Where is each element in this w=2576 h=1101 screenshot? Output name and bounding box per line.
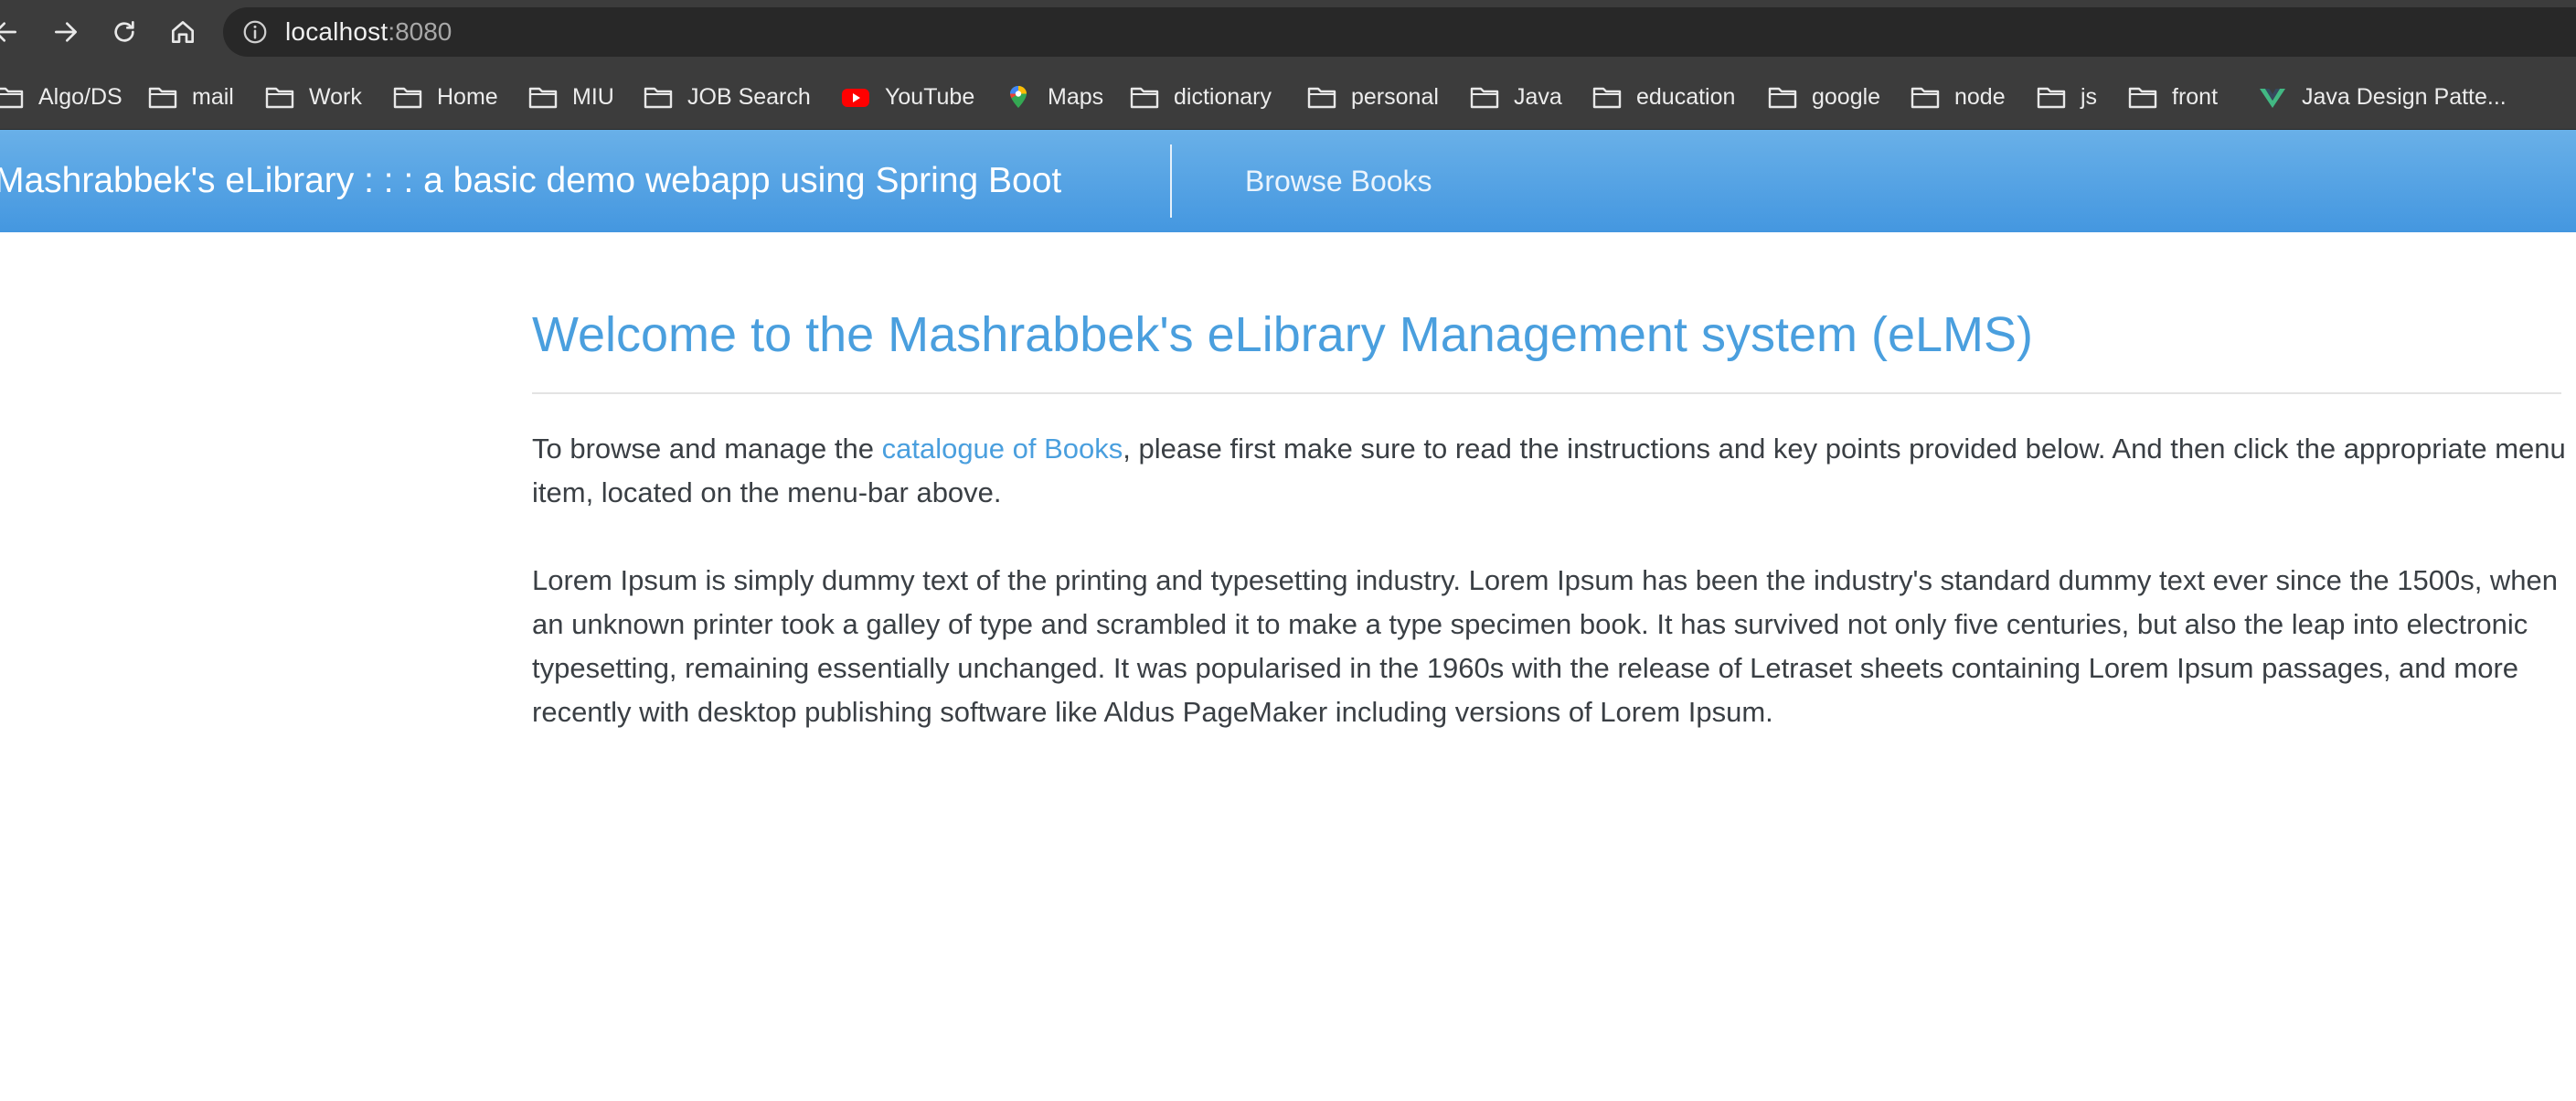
bookmark-label: dictionary xyxy=(1174,83,1272,110)
bookmark-node[interactable]: node xyxy=(1911,80,2006,113)
bookmark-miu[interactable]: MIU xyxy=(528,80,614,113)
bookmark-dictionary[interactable]: dictionary xyxy=(1130,80,1272,113)
bookmark-js[interactable]: js xyxy=(2037,80,2097,113)
bookmark-job-search[interactable]: JOB Search xyxy=(644,80,811,113)
site-info-icon[interactable] xyxy=(241,18,269,46)
reload-button[interactable] xyxy=(106,14,143,50)
page-title: Welcome to the Mashrabbek's eLibrary Man… xyxy=(532,307,2033,362)
bookmark-label: Java Design Patte... xyxy=(2302,83,2507,110)
bookmark-home[interactable]: Home xyxy=(393,80,498,113)
bookmark-label: mail xyxy=(192,83,234,110)
bookmark-education[interactable]: education xyxy=(1592,80,1735,113)
folder-icon xyxy=(1470,87,1499,109)
lorem-paragraph: Lorem Ipsum is simply dummy text of the … xyxy=(532,563,2559,728)
bookmark-work[interactable]: Work xyxy=(265,80,362,113)
bookmark-algo-ds[interactable]: Algo/DS xyxy=(0,80,122,113)
folder-icon xyxy=(148,87,177,109)
arrow-right-icon xyxy=(55,22,77,42)
bookmark-label: Maps xyxy=(1048,83,1104,110)
main-content: Welcome to the Mashrabbek's eLibrary Man… xyxy=(532,232,2566,734)
title-divider xyxy=(532,391,2561,394)
folder-icon xyxy=(1130,87,1159,109)
folder-icon xyxy=(1307,87,1336,109)
bookmark-label: education xyxy=(1636,83,1736,110)
folder-icon xyxy=(1592,87,1622,109)
folder-icon xyxy=(1768,87,1797,109)
bookmark-label: personal xyxy=(1351,83,1439,110)
folder-icon xyxy=(265,87,294,109)
bookmark-personal[interactable]: personal xyxy=(1307,80,1439,113)
youtube-icon xyxy=(842,89,869,107)
folder-icon xyxy=(644,87,673,109)
back-button[interactable] xyxy=(0,14,24,50)
nav-browse-books[interactable]: Browse Books xyxy=(1245,130,1432,232)
bookmark-label: node xyxy=(1954,83,2006,110)
bookmark-java-design-patterns[interactable]: Java Design Patte... xyxy=(2258,80,2507,113)
bookmark-label: Algo/DS xyxy=(38,83,122,110)
bookmark-label: Work xyxy=(309,83,362,110)
folder-icon xyxy=(2128,87,2157,109)
browser-toolbar: localhost:8080 xyxy=(0,0,2576,64)
bookmark-label: google xyxy=(1812,83,1881,110)
bookmark-front[interactable]: front xyxy=(2128,80,2218,113)
folder-icon xyxy=(1911,87,1940,109)
bookmark-label: YouTube xyxy=(885,83,975,110)
folder-icon xyxy=(393,87,422,109)
url-host: localhost xyxy=(285,17,389,46)
home-button[interactable] xyxy=(165,14,201,50)
bookmark-label: Home xyxy=(437,83,498,110)
address-bar[interactable]: localhost:8080 xyxy=(223,7,2576,57)
forward-button[interactable] xyxy=(48,14,84,50)
url-port: :8080 xyxy=(388,17,452,46)
arrow-left-icon xyxy=(0,22,16,42)
folder-icon xyxy=(2037,87,2066,109)
app-navbar: Mashrabbek's eLibrary : : : a basic demo… xyxy=(0,130,2576,232)
folder-icon xyxy=(0,87,24,109)
intro-text-before: To browse and manage the xyxy=(532,432,882,465)
bookmark-mail[interactable]: mail xyxy=(148,80,234,113)
bookmark-java[interactable]: Java xyxy=(1470,80,1562,113)
folder-icon xyxy=(528,87,558,109)
bookmark-label: Java xyxy=(1514,83,1562,110)
reload-icon xyxy=(114,21,134,42)
intro-paragraph: To browse and manage the catalogue of Bo… xyxy=(532,427,2571,515)
vue-logo-icon xyxy=(2260,89,2285,108)
maps-pin-icon xyxy=(1010,86,1027,108)
home-icon xyxy=(172,21,194,43)
bookmark-label: js xyxy=(2081,83,2098,110)
catalogue-link[interactable]: catalogue of Books xyxy=(882,433,1123,465)
bookmark-label: JOB Search xyxy=(687,83,811,110)
bookmark-label: front xyxy=(2172,83,2219,110)
bookmark-google[interactable]: google xyxy=(1768,80,1880,113)
bookmark-youtube[interactable]: YouTube xyxy=(841,80,974,113)
bookmarks-bar: Algo/DS mail Work Home MIU JOB Search Yo… xyxy=(0,64,2576,130)
navbar-brand[interactable]: Mashrabbek's eLibrary : : : a basic demo… xyxy=(0,130,1061,232)
bookmark-maps[interactable]: Maps xyxy=(1004,80,1103,113)
navbar-divider xyxy=(1170,144,1172,218)
bookmark-label: MIU xyxy=(572,83,614,110)
